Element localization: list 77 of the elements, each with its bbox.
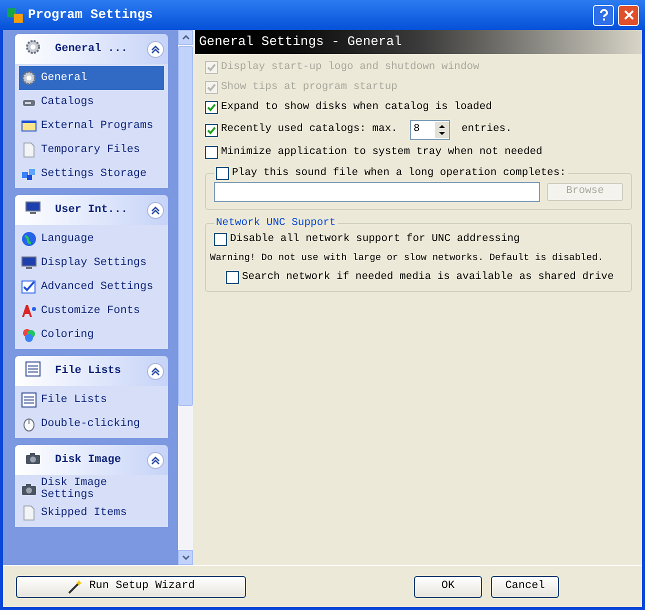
group-header[interactable]: Disk Image — [15, 445, 168, 475]
palette-icon — [21, 327, 37, 343]
help-button[interactable] — [593, 4, 614, 26]
wand-icon — [67, 578, 84, 594]
sound-file-field[interactable] — [214, 182, 540, 202]
monitor-icon — [25, 200, 41, 216]
checkbox[interactable] — [205, 146, 218, 159]
collapse-icon[interactable] — [147, 362, 164, 380]
checkbox[interactable] — [226, 270, 239, 284]
sidebar-item[interactable]: Advanced Settings — [19, 275, 164, 299]
sidebar-item[interactable]: Customize Fonts — [19, 299, 164, 323]
close-icon — [624, 10, 634, 20]
sidebar-item[interactable]: Catalogs — [19, 90, 164, 114]
mouse-icon — [21, 416, 37, 432]
sidebar-item[interactable]: External Programs — [19, 114, 164, 138]
option-label: Recently used catalogs: max. — [221, 122, 398, 138]
option-label: Expand to show disks when catalog is loaded — [221, 100, 492, 115]
camera-icon — [25, 450, 41, 466]
monitor-icon — [21, 255, 37, 271]
collapse-icon[interactable] — [147, 40, 164, 58]
sidebar-item[interactable]: Language — [19, 227, 164, 251]
scroll-down-icon[interactable] — [182, 555, 190, 560]
gear-icon — [25, 39, 41, 55]
sidebar-item[interactable]: General — [19, 66, 164, 90]
checkbox[interactable] — [214, 232, 227, 246]
scrollbar[interactable] — [178, 30, 193, 565]
cancel-button[interactable]: Cancel — [491, 576, 559, 598]
gear-icon — [21, 70, 37, 86]
sidebar-item[interactable]: Disk Image Settings — [19, 477, 164, 501]
checkbox[interactable] — [205, 101, 218, 114]
sidebar-item[interactable]: Settings Storage — [19, 162, 164, 186]
option-label: Disable all network support for UNC addressing — [230, 232, 520, 246]
group-header[interactable]: User Int... — [15, 195, 168, 225]
checkbox[interactable] — [216, 167, 229, 180]
option-suffix: entries. — [461, 122, 512, 138]
warning-text: Warning! Do not use with large or slow networks. Default is disabled. — [210, 251, 604, 266]
group-title: Network UNC Support — [215, 216, 337, 231]
option-label: Display start-up logo and shutdown window — [221, 60, 480, 75]
window-title: Program Settings — [28, 6, 153, 24]
window-icon — [21, 118, 37, 134]
help-icon — [598, 9, 608, 21]
spinner-icon[interactable] — [435, 122, 450, 138]
group-title: File Lists — [55, 364, 122, 379]
setup-wizard-button[interactable]: Run Setup Wizard — [16, 576, 246, 598]
sidebar-item[interactable]: Coloring — [19, 323, 164, 347]
group-header[interactable]: General ... — [15, 34, 168, 64]
camera-icon — [21, 481, 37, 497]
globe-icon — [21, 231, 37, 247]
option-label: Show tips at program startup — [221, 80, 398, 95]
group-title: Disk Image — [55, 452, 122, 468]
list-icon — [25, 361, 41, 377]
sidebar-item[interactable]: File Lists — [19, 388, 164, 412]
sidebar-item[interactable]: Skipped Items — [19, 501, 164, 525]
option-label: Minimize application to system tray when not needed — [221, 144, 542, 160]
app-icon — [6, 6, 24, 24]
group-title: User Int... — [55, 202, 129, 218]
checklist-icon — [21, 279, 37, 295]
panel-header: General Settings - General — [195, 30, 642, 54]
option-label: Search network if needed media is available as shared drive — [242, 270, 614, 284]
sidebar-item[interactable]: Display Settings — [19, 251, 164, 275]
document-icon — [21, 142, 37, 158]
option-label: Play this sound file when a long operation completes: — [232, 166, 566, 181]
checkbox[interactable] — [205, 124, 218, 136]
group-header[interactable]: File Lists — [15, 356, 168, 386]
cubes-icon — [21, 166, 37, 182]
list-icon — [21, 392, 37, 408]
close-button[interactable] — [618, 4, 639, 26]
collapse-icon[interactable] — [147, 202, 164, 218]
group-title: General ... — [55, 42, 129, 57]
collapse-icon[interactable] — [147, 452, 164, 468]
spin-field[interactable]: 8 — [410, 120, 450, 140]
sidebar-item[interactable]: Double-clicking — [19, 412, 164, 436]
font-icon — [21, 303, 37, 319]
document-icon — [21, 505, 37, 521]
sidebar-item[interactable]: Temporary Files — [19, 138, 164, 162]
scroll-up-icon[interactable] — [182, 35, 190, 40]
ok-button[interactable]: OK — [414, 576, 482, 598]
